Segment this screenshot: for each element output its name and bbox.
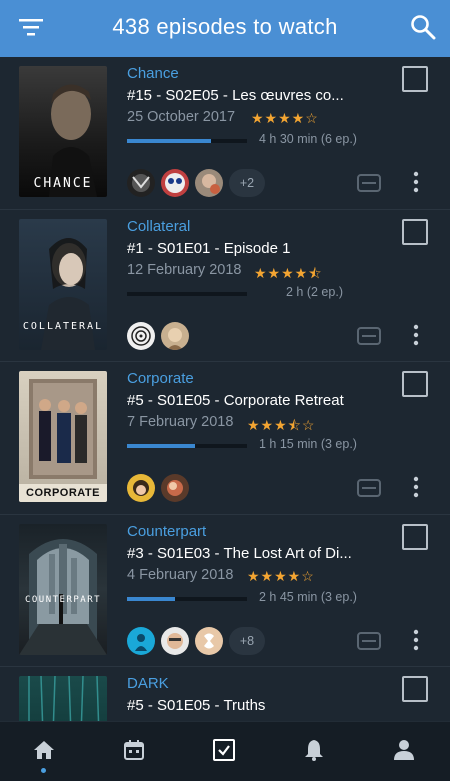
time-left: 1 h 15 min (3 ep.) xyxy=(259,437,357,451)
tab-calendar[interactable] xyxy=(90,732,180,772)
avatar[interactable] xyxy=(161,626,189,655)
air-date: 4 February 2018 xyxy=(127,566,234,583)
show-poster[interactable] xyxy=(19,676,107,721)
air-date: 25 October 2017 xyxy=(127,109,236,125)
mark-watched-checkbox[interactable] xyxy=(402,676,428,702)
more-options-icon[interactable] xyxy=(409,323,423,347)
progress-bar xyxy=(127,291,247,296)
tab-notifications[interactable] xyxy=(270,732,360,772)
list-item[interactable]: DARK #5 - S01E05 - Truths xyxy=(0,667,450,721)
show-title[interactable]: DARK xyxy=(127,675,169,692)
tab-profile[interactable] xyxy=(360,732,450,772)
calendar-icon xyxy=(124,740,144,760)
search-icon[interactable] xyxy=(410,14,436,40)
progress-bar xyxy=(127,596,247,601)
subtitles-icon[interactable] xyxy=(357,631,381,650)
tab-to-watch[interactable] xyxy=(180,732,270,772)
avatar[interactable] xyxy=(195,169,223,197)
poster-art xyxy=(28,676,100,721)
episode-title[interactable]: #3 - S01E03 - The Lost Art of Di... xyxy=(127,545,352,562)
mark-watched-checkbox[interactable] xyxy=(402,523,428,550)
avatar[interactable] xyxy=(195,626,223,655)
tab-home[interactable] xyxy=(0,732,90,773)
avatar[interactable] xyxy=(127,169,155,197)
more-options-icon[interactable] xyxy=(409,628,423,652)
episode-title[interactable]: #1 - S01E01 - Episode 1 xyxy=(127,240,290,257)
show-poster[interactable]: CHANCE xyxy=(19,66,107,197)
time-left: 4 h 30 min (6 ep.) xyxy=(259,132,357,146)
progress-bar xyxy=(127,444,247,448)
mark-watched-checkbox[interactable] xyxy=(402,218,428,245)
progress-fill xyxy=(127,444,196,448)
list-item[interactable]: COLLATERAL Collateral #1 - S01E01 - Epis… xyxy=(0,210,450,362)
poster-art xyxy=(29,379,97,479)
more-friends-badge[interactable]: +8 xyxy=(229,626,265,655)
time-left: 2 h 45 min (3 ep.) xyxy=(259,589,357,604)
avatar[interactable] xyxy=(127,474,155,502)
home-icon xyxy=(34,741,54,759)
air-date: 7 February 2018 xyxy=(127,414,234,430)
page-title: 438 episodes to watch xyxy=(112,14,338,39)
air-date: 12 February 2018 xyxy=(127,261,242,278)
bell-icon xyxy=(305,740,323,761)
subtitles-icon[interactable] xyxy=(357,326,381,345)
rating-stars: ★★★⯪☆ xyxy=(247,417,316,433)
avatar[interactable] xyxy=(127,321,155,350)
mark-watched-checkbox[interactable] xyxy=(402,371,428,397)
more-friends-badge[interactable]: +2 xyxy=(229,169,265,197)
show-title[interactable]: Chance xyxy=(127,65,179,82)
active-indicator xyxy=(41,768,46,773)
avatar[interactable] xyxy=(161,169,189,197)
poster-title: COUNTERPART xyxy=(24,594,102,605)
show-title[interactable]: Collateral xyxy=(127,218,190,235)
show-poster[interactable]: COUNTERPART xyxy=(19,523,107,655)
time-left: 2 h (2 ep.) xyxy=(286,284,343,299)
user-icon xyxy=(394,740,414,760)
top-app-bar: 438 episodes to watch xyxy=(0,0,450,57)
more-options-icon[interactable] xyxy=(409,475,423,499)
list-item[interactable]: COUNTERPART Counterpart #3 - S01E03 - Th… xyxy=(0,515,450,667)
show-title[interactable]: Corporate xyxy=(127,370,194,387)
list-item[interactable]: CORPORATE Corporate #5 - S01E05 - Corpor… xyxy=(0,362,450,515)
avatar[interactable] xyxy=(127,626,155,655)
list-item[interactable]: CHANCE Chance #15 - S02E05 - Les œuvres … xyxy=(0,57,450,210)
bottom-tab-bar xyxy=(0,721,450,781)
episode-title[interactable]: #5 - S01E05 - Corporate Retreat xyxy=(127,392,344,409)
episode-title[interactable]: #5 - S01E05 - Truths xyxy=(127,697,265,714)
show-poster[interactable]: CORPORATE xyxy=(19,371,107,502)
poster-art xyxy=(19,538,107,655)
progress-fill xyxy=(127,139,211,143)
avatar[interactable] xyxy=(161,474,189,502)
avatar[interactable] xyxy=(161,321,189,350)
mark-watched-checkbox[interactable] xyxy=(402,66,428,92)
subtitles-icon[interactable] xyxy=(357,174,381,192)
more-options-icon[interactable] xyxy=(409,170,423,194)
show-title[interactable]: Counterpart xyxy=(127,523,206,540)
episode-list[interactable]: CHANCE Chance #15 - S02E05 - Les œuvres … xyxy=(0,57,450,721)
episode-title[interactable]: #15 - S02E05 - Les œuvres co... xyxy=(127,87,344,104)
show-poster[interactable]: COLLATERAL xyxy=(19,218,107,350)
poster-title: CHANCE xyxy=(33,176,93,191)
poster-title: COLLATERAL xyxy=(22,320,104,332)
progress-bar xyxy=(127,139,247,143)
subtitles-icon[interactable] xyxy=(357,479,381,497)
progress-fill xyxy=(127,596,175,601)
checkbox-icon xyxy=(213,739,235,761)
rating-stars: ★★★★☆ xyxy=(251,110,319,126)
rating-stars: ★★★★☆ xyxy=(247,567,315,584)
poster-title: CORPORATE xyxy=(19,484,107,502)
rating-stars: ★★★★⯪ xyxy=(254,264,323,281)
